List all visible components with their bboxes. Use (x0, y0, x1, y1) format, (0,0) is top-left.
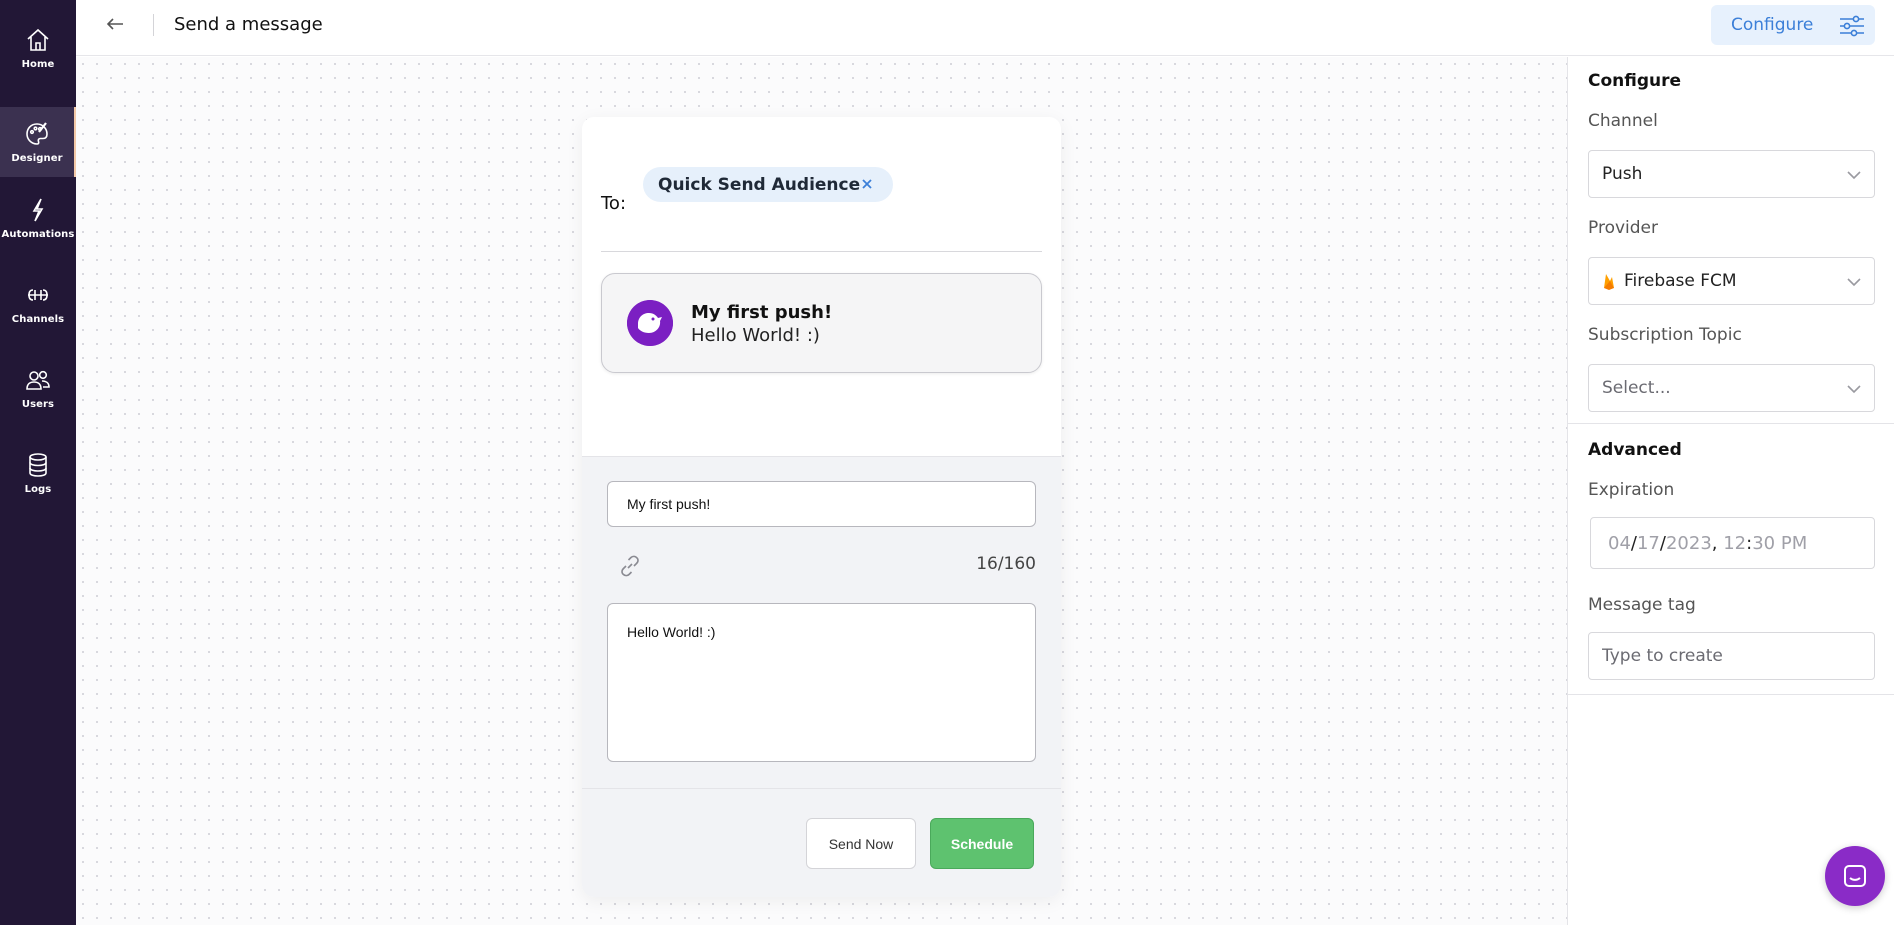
chat-launcher-button[interactable] (1825, 846, 1885, 906)
sidebar-item-label: Logs (24, 484, 52, 495)
expiration-datetime-input[interactable]: 04/17/2023, 12:30 PM (1590, 517, 1875, 569)
section-divider (1568, 694, 1894, 695)
top-header: Send a message Configure (76, 0, 1894, 56)
channel-select[interactable]: Push (1588, 150, 1875, 198)
configure-label: Configure (1731, 15, 1814, 35)
header-divider (153, 14, 154, 36)
preview-body: Hello World! :) (691, 325, 820, 346)
chevron-down-icon (1846, 275, 1862, 287)
sidebar-item-automations[interactable]: Automations (0, 183, 76, 253)
audience-chip-label: Quick Send Audience (658, 174, 861, 195)
message-tag-label: Message tag (1588, 595, 1696, 615)
chat-icon (1844, 865, 1866, 887)
sidebar-item-users[interactable]: Users (0, 353, 76, 423)
page-title: Send a message (174, 14, 323, 35)
channel-label: Channel (1588, 111, 1658, 131)
chevron-down-icon (1846, 382, 1862, 394)
character-count: 16/160 (976, 554, 1036, 574)
configure-panel: Configure Channel Push Provider Firebase… (1567, 57, 1894, 925)
subscription-topic-label: Subscription Topic (1588, 325, 1742, 345)
remove-audience-button[interactable] (859, 176, 875, 192)
message-composer-card: To: Quick Send Audience My first push! H… (582, 117, 1061, 897)
app-logo-icon (627, 300, 673, 346)
home-icon (27, 28, 49, 51)
sliders-icon (1840, 15, 1864, 37)
sidebar-item-label: Home (21, 59, 55, 70)
section-divider (1568, 423, 1894, 424)
sidebar-item-channels[interactable]: Channels (0, 268, 76, 338)
body-textarea[interactable]: Hello World! :) (607, 603, 1036, 762)
provider-label: Provider (1588, 218, 1658, 238)
configure-heading: Configure (1588, 71, 1682, 91)
sidebar-item-home[interactable]: Home (0, 13, 76, 83)
title-input[interactable] (607, 481, 1036, 527)
provider-value: Firebase FCM (1624, 271, 1737, 291)
close-icon (862, 179, 872, 189)
subscription-topic-select[interactable]: Select... (1588, 364, 1875, 412)
expiration-month[interactable]: 04 (1608, 533, 1631, 554)
expiration-day[interactable]: 17 (1637, 533, 1660, 554)
audience-chip[interactable]: Quick Send Audience (643, 167, 893, 202)
subscription-topic-placeholder: Select... (1602, 378, 1671, 398)
provider-select[interactable]: Firebase FCM (1588, 257, 1875, 305)
composer-footer: Send Now Schedule (582, 789, 1061, 897)
lightning-icon (32, 198, 44, 222)
back-button[interactable] (100, 12, 130, 36)
advanced-heading: Advanced (1588, 440, 1682, 460)
expiration-ampm[interactable]: PM (1781, 533, 1807, 554)
expiration-year[interactable]: 2023 (1666, 533, 1712, 554)
message-tag-input[interactable] (1588, 632, 1875, 680)
push-preview: My first push! Hello World! :) (601, 273, 1042, 373)
expiration-minute[interactable]: 30 (1752, 533, 1775, 554)
expiration-hour[interactable]: 12 (1723, 533, 1746, 554)
insert-link-button[interactable] (617, 553, 645, 581)
users-icon (26, 370, 50, 390)
arrow-left-icon (106, 18, 123, 30)
sidebar: Home Designer Automations Channels Users… (0, 0, 76, 925)
sidebar-item-logs[interactable]: Logs (0, 438, 76, 508)
send-now-button[interactable]: Send Now (806, 818, 916, 869)
channels-icon (28, 289, 48, 301)
schedule-button[interactable]: Schedule (930, 818, 1034, 869)
sidebar-item-label: Designer (11, 153, 63, 164)
sidebar-item-designer[interactable]: Designer (0, 107, 76, 177)
sidebar-item-label: Automations (1, 229, 75, 240)
message-editor: 16/160 Hello World! :) (582, 456, 1061, 789)
to-field-underline (601, 251, 1042, 252)
palette-icon (26, 122, 48, 145)
to-label: To: (601, 193, 627, 214)
firebase-icon (1604, 274, 1614, 290)
link-icon (621, 555, 639, 577)
configure-toggle-button[interactable]: Configure (1711, 5, 1875, 45)
channel-value: Push (1602, 164, 1643, 184)
sidebar-item-label: Users (21, 399, 55, 410)
preview-title: My first push! (691, 302, 833, 323)
sidebar-item-label: Channels (11, 314, 65, 325)
expiration-label: Expiration (1588, 480, 1675, 500)
database-icon (29, 453, 47, 477)
chevron-down-icon (1846, 168, 1862, 180)
